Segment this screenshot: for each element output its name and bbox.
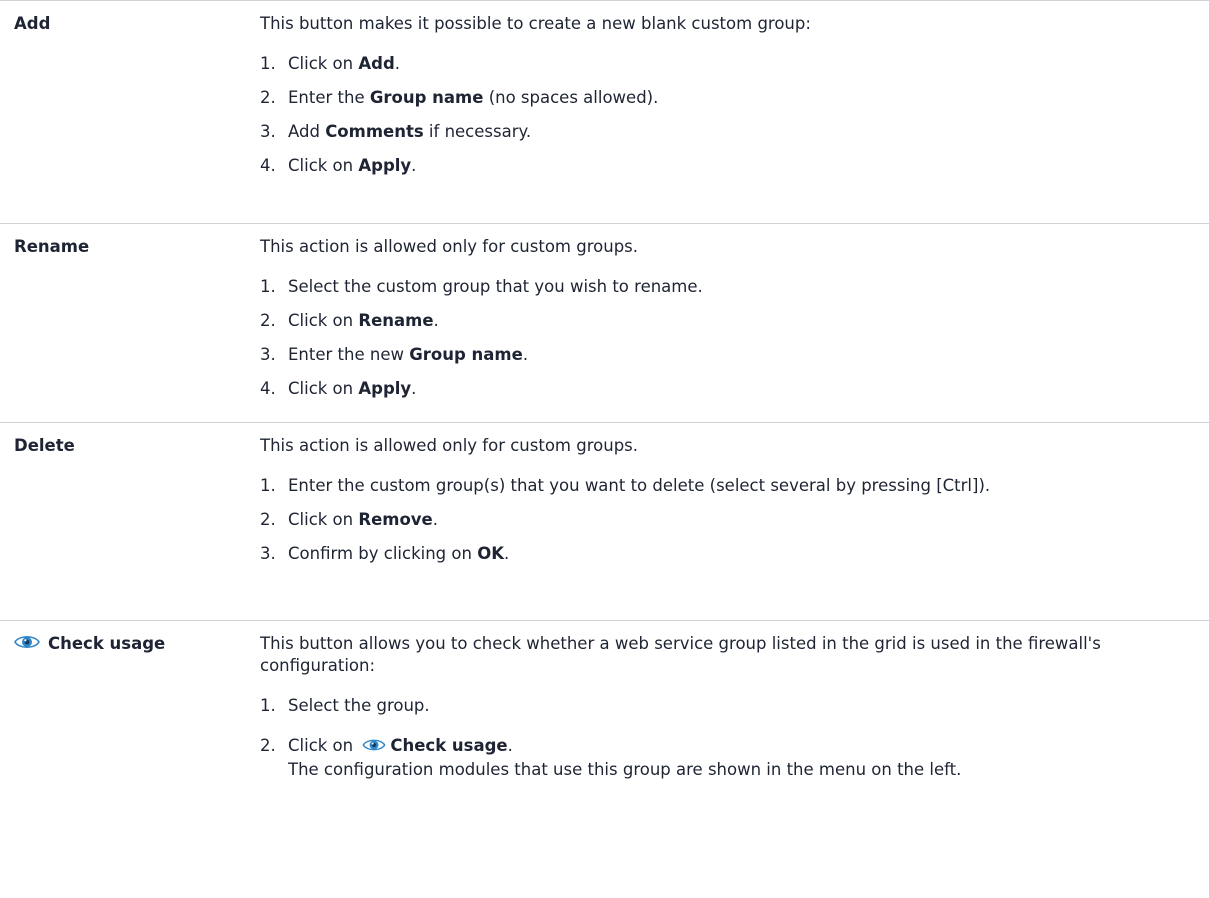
term-rename: Rename bbox=[14, 237, 90, 256]
list-item: 1. Select the group. bbox=[260, 689, 1209, 729]
step-number: 2. bbox=[260, 88, 276, 107]
step-pre: Add bbox=[288, 122, 326, 141]
step-number: 4. bbox=[260, 156, 276, 175]
steps-add: 1. Click on Add. 2. Enter the Group name (… bbox=[260, 47, 1209, 183]
desc-rename: This action is allowed only for custom g… bbox=[260, 236, 1209, 422]
step-number: 2. bbox=[260, 736, 276, 755]
step-pre: Enter the new bbox=[288, 345, 410, 364]
list-item: 3. Enter the new Group name. bbox=[260, 338, 1209, 372]
list-item: 2. Click on Remove. bbox=[260, 503, 1209, 537]
step-text: Click on Apply. bbox=[288, 378, 1209, 400]
list-item: 3. Confirm by clicking on OK. bbox=[260, 537, 1209, 571]
step-pre: Enter the custom group(s) that you want … bbox=[288, 476, 991, 495]
step-number: 2. bbox=[260, 510, 276, 529]
step-text: Click on Check usage. The configuration … bbox=[288, 735, 1209, 781]
list-item: 1. Click on Add. bbox=[260, 47, 1209, 81]
steps-delete: 1. Enter the custom group(s) that you wan… bbox=[260, 469, 1209, 571]
step-pre: Click on bbox=[288, 156, 359, 175]
step-bold: Remove bbox=[358, 510, 433, 529]
list-item: 2. Click on Check usage. The configurati… bbox=[260, 729, 1209, 787]
step-pre: Select the custom group that you wish to… bbox=[288, 277, 703, 296]
term-check-usage-label: Check usage bbox=[48, 634, 166, 653]
row-delete: Delete This action is allowed only for c… bbox=[0, 422, 1209, 620]
action-reference-table: Add This button makes it possible to cre… bbox=[0, 0, 1209, 898]
intro-delete: This action is allowed only for custom g… bbox=[260, 436, 639, 455]
eye-icon bbox=[362, 737, 386, 759]
eye-icon bbox=[14, 633, 40, 657]
list-item: 1. Enter the custom group(s) that you wan… bbox=[260, 469, 1209, 503]
step-post: . bbox=[432, 510, 438, 529]
step-bold: Rename bbox=[358, 311, 434, 330]
desc-delete: This action is allowed only for custom g… bbox=[260, 435, 1209, 620]
step-number: 2. bbox=[260, 311, 276, 330]
row-check-usage: Check usage This button allows you to ch… bbox=[0, 620, 1209, 892]
step-post: . bbox=[394, 54, 401, 73]
step-pre: Click on bbox=[288, 736, 354, 755]
step-pre: Enter the bbox=[288, 88, 370, 107]
step-number: 3. bbox=[260, 122, 276, 141]
step-number: 1. bbox=[260, 54, 276, 73]
list-item: 2. Click on Rename. bbox=[260, 304, 1209, 338]
list-item: 4. Click on Apply. bbox=[260, 149, 1209, 183]
steps-rename: 1. Select the custom group that you wish … bbox=[260, 270, 1209, 406]
step-bold: Group name bbox=[409, 345, 523, 364]
step-post: if necessary. bbox=[423, 122, 532, 141]
desc-add: This button makes it possible to create … bbox=[260, 13, 1209, 223]
intro-rename: This action is allowed only for custom g… bbox=[260, 237, 639, 256]
step-post: . bbox=[433, 311, 439, 330]
step-number: 4. bbox=[260, 379, 276, 398]
step-number: 3. bbox=[260, 345, 276, 364]
row-rename: Rename This action is allowed only for c… bbox=[0, 223, 1209, 422]
step-text: Select the custom group that you wish to… bbox=[288, 276, 1209, 298]
step-post: . bbox=[507, 736, 513, 755]
step-text: Add Comments if necessary. bbox=[288, 121, 1209, 143]
steps-check-usage: 1. Select the group. 2. Click on Check us… bbox=[260, 689, 1209, 787]
step-text: Enter the Group name (no spaces allowed)… bbox=[288, 87, 1209, 109]
step-text: Select the group. bbox=[288, 696, 430, 715]
step-post: . bbox=[411, 379, 417, 398]
step-post: (no spaces allowed). bbox=[483, 88, 659, 107]
step-text: Enter the new Group name. bbox=[288, 344, 1209, 366]
step-pre: Click on bbox=[288, 379, 359, 398]
step-post: . bbox=[411, 156, 417, 175]
step-bold: Apply bbox=[358, 156, 412, 175]
step-note: The configuration modules that use this … bbox=[288, 760, 962, 779]
step-bold: Check usage bbox=[390, 736, 508, 755]
step-bold: OK bbox=[477, 544, 504, 563]
step-bold: Add bbox=[358, 54, 395, 73]
step-text: Click on Apply. bbox=[288, 155, 1209, 177]
step-number: 3. bbox=[260, 544, 276, 563]
step-bold: Comments bbox=[325, 122, 424, 141]
step-post: . bbox=[522, 345, 529, 364]
row-add: Add This button makes it possible to cre… bbox=[0, 0, 1209, 223]
step-post: . bbox=[504, 544, 510, 563]
step-bold: Apply bbox=[358, 379, 412, 398]
step-pre: Confirm by clicking on bbox=[288, 544, 478, 563]
step-text: Click on Rename. bbox=[288, 310, 1209, 332]
intro-add: This button makes it possible to create … bbox=[260, 14, 811, 33]
step-number: 1. bbox=[260, 476, 276, 495]
desc-check-usage: This button allows you to check whether … bbox=[260, 633, 1209, 892]
list-item: 3. Add Comments if necessary. bbox=[260, 115, 1209, 149]
step-text: Confirm by clicking on OK. bbox=[288, 543, 1209, 565]
term-add: Add bbox=[14, 14, 51, 33]
list-item: 1. Select the custom group that you wish … bbox=[260, 270, 1209, 304]
step-bold: Group name bbox=[369, 88, 484, 107]
step-text: Click on Add. bbox=[288, 53, 1209, 75]
step-number: 1. bbox=[260, 696, 276, 715]
list-item: 4. Click on Apply. bbox=[260, 372, 1209, 406]
list-item: 2. Enter the Group name (no spaces allowe… bbox=[260, 81, 1209, 115]
step-number: 1. bbox=[260, 277, 276, 296]
step-pre: Click on bbox=[288, 510, 359, 529]
step-pre: Click on bbox=[288, 54, 359, 73]
term-delete: Delete bbox=[14, 436, 75, 455]
step-text: Click on Remove. bbox=[288, 509, 1209, 531]
term-check-usage: Check usage bbox=[0, 633, 260, 892]
step-pre: Click on bbox=[288, 311, 359, 330]
intro-check-usage: This button allows you to check whether … bbox=[260, 634, 1101, 675]
step-text: Enter the custom group(s) that you want … bbox=[288, 475, 1209, 497]
